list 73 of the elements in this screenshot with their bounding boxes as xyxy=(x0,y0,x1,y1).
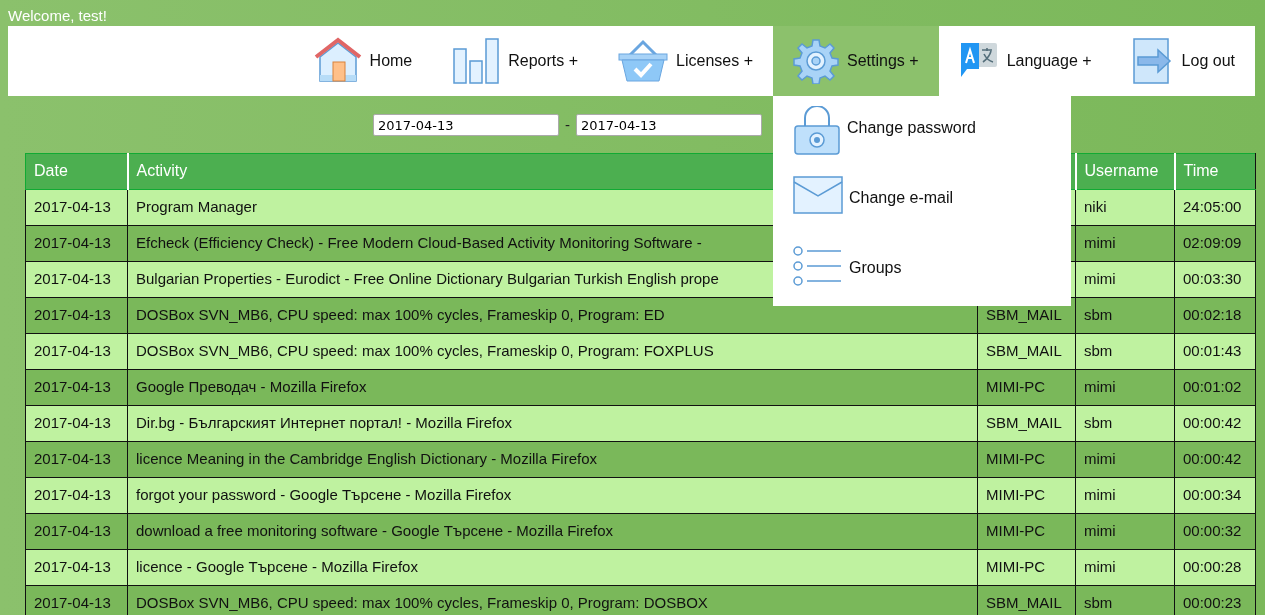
column-header: Username xyxy=(1075,153,1175,189)
nav-menu-item[interactable]: Home xyxy=(293,26,433,96)
table-cell: download a free monitoring software - Google Търсене - Mozilla Firefox xyxy=(127,513,978,549)
table-cell: 2017-04-13 xyxy=(25,549,128,585)
table-cell: 2017-04-13 xyxy=(25,441,128,477)
nav-menu-item[interactable]: Settings + xyxy=(773,26,939,96)
date-separator: - xyxy=(565,115,570,135)
table-cell: 24:05:00 xyxy=(1174,189,1256,225)
table-cell: 00:01:02 xyxy=(1174,369,1256,405)
table-cell: 2017-04-13 xyxy=(25,225,128,261)
table-cell: 2017-04-13 xyxy=(25,189,128,225)
envelope-icon xyxy=(793,176,843,214)
basket-icon xyxy=(618,39,669,83)
bar-chart-icon xyxy=(452,37,501,85)
column-header: Time xyxy=(1174,153,1256,189)
exit-arrow-icon xyxy=(1131,37,1174,85)
table-cell: mimi xyxy=(1075,369,1175,405)
table-cell: mimi xyxy=(1075,261,1175,297)
table-cell: 2017-04-13 xyxy=(25,405,128,441)
table-cell: mimi xyxy=(1075,225,1175,261)
date-from-field[interactable]: 2017-04-13 xyxy=(373,114,559,137)
table-cell: DOSBox SVN_MB6, CPU speed: max 100% cycles, Frameskip 0, Program: FOXPLUS xyxy=(127,333,978,369)
nav-menu-item[interactable]: Language + xyxy=(938,26,1112,96)
table-cell: 2017-04-13 xyxy=(25,261,128,297)
table-cell: 02:09:09 xyxy=(1174,225,1256,261)
table-cell: mimi xyxy=(1075,441,1175,477)
date-to-field[interactable]: 2017-04-13 xyxy=(576,114,762,137)
table-cell: 2017-04-13 xyxy=(25,333,128,369)
nav-menu-item[interactable]: Licenses + xyxy=(598,26,773,96)
house-icon xyxy=(313,37,362,85)
table-cell: mimi xyxy=(1075,513,1175,549)
table-cell: mimi xyxy=(1075,477,1175,513)
table-cell: 00:00:42 xyxy=(1174,441,1256,477)
table-cell: SBM_MAIL xyxy=(977,405,1076,441)
table-cell: 2017-04-13 xyxy=(25,585,128,615)
table-cell: MIMI-PC xyxy=(977,369,1076,405)
table-cell: mimi xyxy=(1075,549,1175,585)
table-cell: MIMI-PC xyxy=(977,477,1076,513)
nav-menu-item[interactable]: Log out xyxy=(1111,26,1255,96)
table-cell: 2017-04-13 xyxy=(25,477,128,513)
table-cell: 2017-04-13 xyxy=(25,297,128,333)
table-cell: 2017-04-13 xyxy=(25,369,128,405)
table-cell: Dir.bg - Българският Интернет портал! - Mozilla Firefox xyxy=(127,405,978,441)
welcome-text: Welcome, test! xyxy=(7,6,108,26)
table-cell: niki xyxy=(1075,189,1175,225)
list-icon xyxy=(793,246,843,286)
padlock-icon xyxy=(793,106,841,156)
table-cell: MIMI-PC xyxy=(977,441,1076,477)
table-cell: 00:00:23 xyxy=(1174,585,1256,615)
table-cell: MIMI-PC xyxy=(977,549,1076,585)
table-cell: 00:00:28 xyxy=(1174,549,1256,585)
table-cell: sbm xyxy=(1075,297,1175,333)
column-header: Date xyxy=(25,153,128,189)
table-cell: forgot your password - Google Търсене - Mozilla Firefox xyxy=(127,477,978,513)
table-cell: 2017-04-13 xyxy=(25,513,128,549)
table-cell: DOSBox SVN_MB6, CPU speed: max 100% cycles, Frameskip 0, Program: DOSBOX xyxy=(127,585,978,615)
table-cell: SBM_MAIL xyxy=(977,333,1076,369)
table-cell: 00:00:42 xyxy=(1174,405,1256,441)
table-cell: 00:03:30 xyxy=(1174,261,1256,297)
table-cell: 00:00:34 xyxy=(1174,477,1256,513)
gear-icon xyxy=(793,38,839,84)
nav-menu-item[interactable]: Reports + xyxy=(432,26,599,96)
table-cell: sbm xyxy=(1075,405,1175,441)
table-cell: MIMI-PC xyxy=(977,513,1076,549)
table-cell: 00:02:18 xyxy=(1174,297,1256,333)
table-cell: sbm xyxy=(1075,585,1175,615)
table-cell: 00:01:43 xyxy=(1174,333,1256,369)
table-cell: SBM_MAIL xyxy=(977,585,1076,615)
table-cell: 00:00:32 xyxy=(1174,513,1256,549)
table-cell: Google Преводач - Mozilla Firefox xyxy=(127,369,978,405)
table-cell: licence - Google Търсене - Mozilla Firefox xyxy=(127,549,978,585)
table-cell: sbm xyxy=(1075,333,1175,369)
table-cell: licence Meaning in the Cambridge English Dictionary - Mozilla Firefox xyxy=(127,441,978,477)
